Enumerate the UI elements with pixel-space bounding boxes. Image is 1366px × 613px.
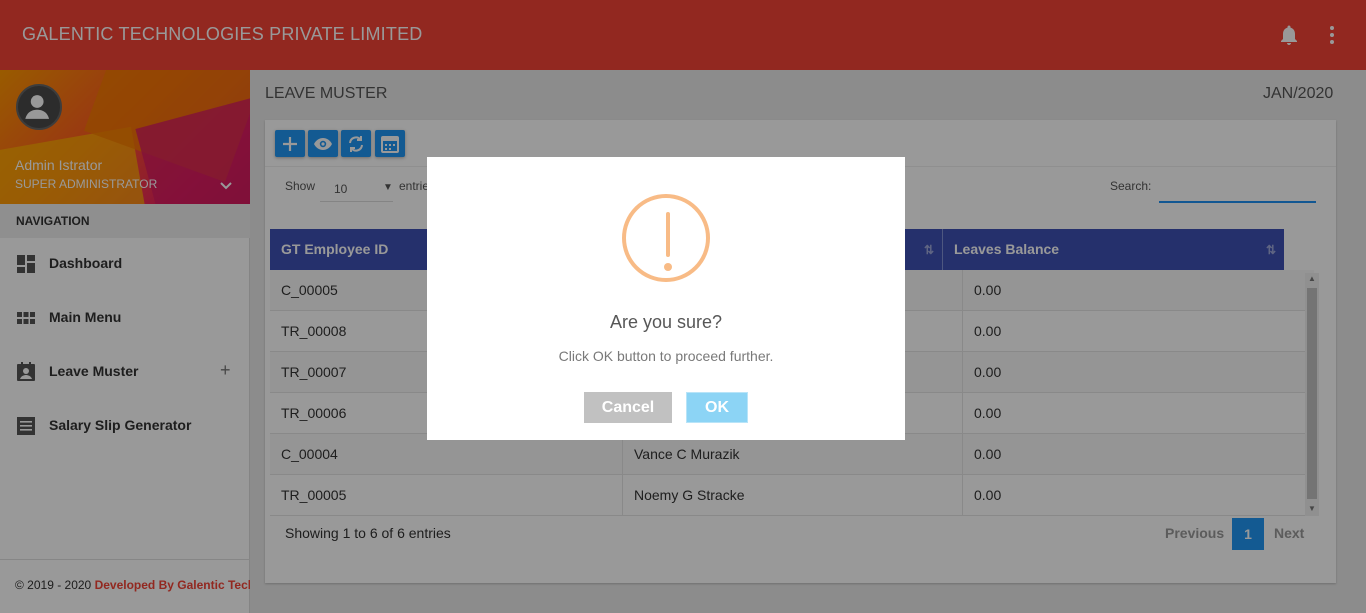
warning-icon <box>622 194 710 282</box>
dialog-title: Are you sure? <box>609 312 723 332</box>
dialog-text: Click OK button to proceed further. <box>558 348 774 364</box>
confirm-dialog: Are you sure? Click OK button to proceed… <box>427 157 905 440</box>
ok-button[interactable]: OK <box>686 392 748 423</box>
cancel-button[interactable]: Cancel <box>584 392 672 423</box>
